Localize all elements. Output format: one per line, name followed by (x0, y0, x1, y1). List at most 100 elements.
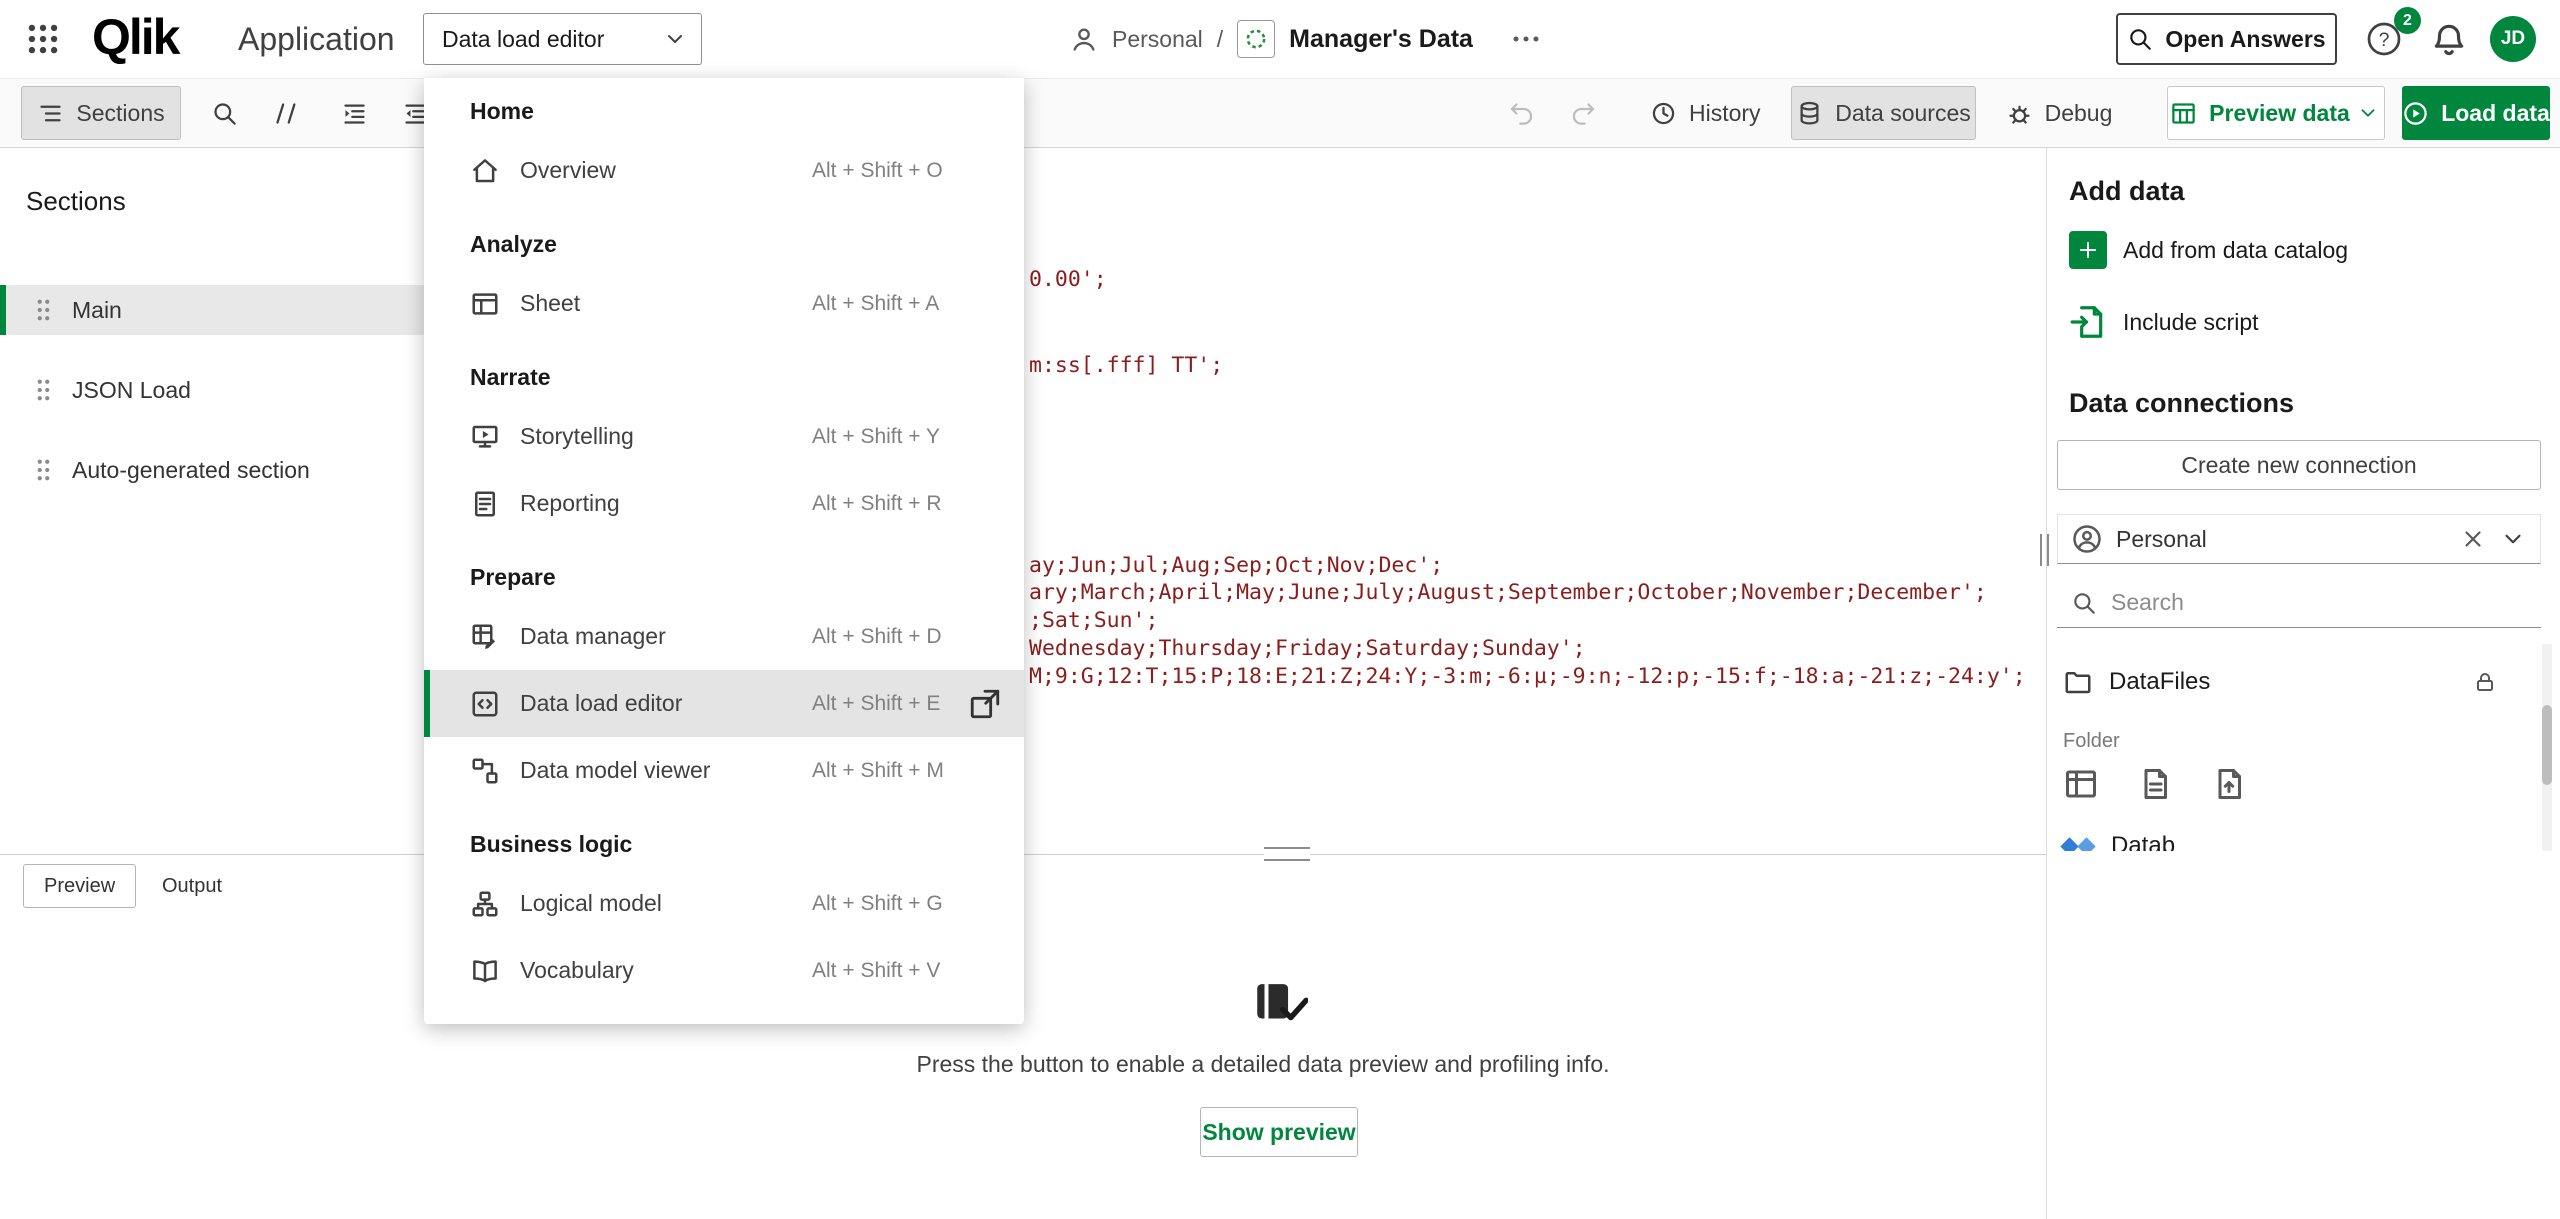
comment-toggle-button[interactable] (263, 90, 309, 136)
drag-handle-icon[interactable] (36, 378, 51, 402)
menu-group-header: Narrate (424, 357, 1024, 397)
menu-group-header: Business logic (424, 824, 1024, 864)
open-in-new-tab-button[interactable] (968, 687, 1002, 721)
space-selector-value: Personal (2116, 526, 2207, 553)
connections-search-input[interactable] (2111, 589, 2491, 616)
menu-item-shortcut: Alt + Shift + M (812, 759, 944, 783)
connection-item-datafiles[interactable]: DataFiles (2047, 658, 2541, 706)
vocabulary-icon (470, 956, 500, 986)
drag-handle-icon[interactable] (36, 458, 51, 482)
section-item-main[interactable]: Main (0, 285, 479, 335)
notifications-button[interactable] (2430, 19, 2468, 59)
menu-item-sheet[interactable]: Sheet Alt + Shift + A (424, 270, 1024, 337)
sections-panel: Sections Main JSON Load Auto-generated s… (0, 148, 480, 854)
drag-handle-icon[interactable] (36, 298, 51, 322)
include-script-icon (2069, 303, 2107, 341)
connection-script-file-button[interactable] (2137, 766, 2173, 802)
preview-data-button[interactable]: Preview data (2167, 86, 2353, 140)
menu-item-label: Overview (520, 157, 616, 184)
create-connection-button[interactable]: Create new connection (2057, 440, 2541, 490)
preview-data-label: Preview data (2209, 100, 2350, 127)
table-icon (2063, 766, 2099, 802)
data-sources-button[interactable]: Data sources (1791, 86, 1976, 140)
sections-toggle-button[interactable]: Sections (21, 86, 181, 140)
file-upload-icon (2211, 766, 2247, 802)
search-script-button[interactable] (201, 90, 247, 136)
history-label: History (1689, 100, 1761, 127)
load-data-label: Load data (2441, 100, 2550, 127)
person-icon (1070, 25, 1098, 53)
section-item-label: JSON Load (72, 377, 191, 404)
menu-item-label: Data model viewer (520, 757, 710, 784)
connection-actions (2063, 766, 2247, 802)
history-button[interactable]: History (1638, 86, 1773, 140)
connection-table-button[interactable] (2063, 766, 2099, 802)
reporting-icon (470, 489, 500, 519)
add-data-title: Add data (2069, 176, 2185, 207)
tab-preview[interactable]: Preview (23, 864, 136, 908)
connection-item-partial[interactable]: Datab (2047, 822, 2541, 851)
menu-group-header: Analyze (424, 224, 1024, 264)
breadcrumb-separator: / (1217, 26, 1223, 53)
chevron-down-icon (2357, 102, 2379, 124)
show-preview-button[interactable]: Show preview (1200, 1107, 1358, 1157)
data-sources-label: Data sources (1835, 100, 1971, 127)
panel-resize-handle-vertical[interactable] (2035, 534, 2053, 566)
section-item-json-load[interactable]: JSON Load (0, 365, 479, 415)
menu-item-data-load-editor[interactable]: Data load editor Alt + Shift + E (424, 670, 1024, 737)
preview-table-icon (2170, 100, 2197, 127)
add-from-catalog-label: Add from data catalog (2123, 237, 2348, 264)
scrollbar-thumb[interactable] (2542, 705, 2552, 785)
undo-icon (1508, 100, 1535, 127)
panel-resize-handle[interactable] (1264, 847, 1310, 861)
menu-item-label: Storytelling (520, 423, 634, 450)
menu-item-logical-model[interactable]: Logical model Alt + Shift + G (424, 870, 1024, 937)
view-selector-dropdown[interactable]: Data load editor (423, 13, 702, 65)
view-selector-value: Data load editor (442, 26, 604, 53)
indent-button[interactable] (331, 90, 377, 136)
menu-item-shortcut: Alt + Shift + D (812, 625, 942, 649)
add-data-panel: Add data Add from data catalog Include s… (2046, 148, 2560, 1219)
menu-item-label: Logical model (520, 890, 662, 917)
menu-item-overview[interactable]: Overview Alt + Shift + O (424, 137, 1024, 204)
chevron-down-icon[interactable] (2500, 526, 2526, 552)
home-icon (470, 156, 500, 186)
database-logo-icon (2063, 840, 2093, 852)
app-options-button[interactable] (1503, 16, 1549, 62)
clock-icon (1650, 100, 1677, 127)
preview-data-caret-button[interactable] (2352, 86, 2385, 140)
code-line: M;9:G;12:T;15:P;18:E;21:Z;24:Y;-3:m;-6:µ… (1029, 664, 2026, 689)
space-selector-dropdown[interactable]: Personal (2057, 514, 2541, 564)
menu-item-vocabulary[interactable]: Vocabulary Alt + Shift + V (424, 937, 1024, 1004)
undo-button[interactable] (1498, 90, 1544, 136)
menu-item-label: Data manager (520, 623, 666, 650)
menu-item-data-manager[interactable]: Data manager Alt + Shift + D (424, 603, 1024, 670)
user-avatar[interactable]: JD (2490, 16, 2536, 62)
code-line: ary;March;April;May;June;July;August;Sep… (1029, 580, 1987, 605)
load-data-button[interactable]: Load data (2402, 86, 2550, 140)
notification-badge: 2 (2394, 7, 2421, 34)
menu-item-storytelling[interactable]: Storytelling Alt + Shift + Y (424, 403, 1024, 470)
debug-button[interactable]: Debug (1998, 86, 2120, 140)
menu-item-label: Sheet (520, 290, 580, 317)
sheet-icon (470, 289, 500, 319)
search-icon (2071, 590, 2097, 616)
data-connections-title: Data connections (2069, 388, 2294, 419)
breadcrumb: Personal / Manager's Data (1070, 0, 1549, 78)
open-answers-button[interactable]: Open Answers (2116, 13, 2337, 65)
breadcrumb-space[interactable]: Personal (1112, 26, 1203, 53)
tab-output[interactable]: Output (142, 864, 242, 908)
menu-item-data-model-viewer[interactable]: Data model viewer Alt + Shift + M (424, 737, 1024, 804)
plus-icon (2069, 231, 2107, 269)
clear-icon[interactable] (2460, 526, 2486, 552)
code-line: ay;Jun;Jul;Aug;Sep;Oct;Nov;Dec'; (1029, 553, 1443, 578)
include-script-button[interactable]: Include script (2069, 300, 2259, 344)
app-launcher-button[interactable] (24, 20, 62, 58)
redo-button[interactable] (1560, 90, 1606, 136)
add-from-catalog-button[interactable]: Add from data catalog (2069, 228, 2348, 272)
menu-item-reporting[interactable]: Reporting Alt + Shift + R (424, 470, 1024, 537)
section-item-auto-generated[interactable]: Auto-generated section (0, 445, 479, 495)
connection-upload-file-button[interactable] (2211, 766, 2247, 802)
code-line: 0.00'; (1029, 267, 1107, 292)
connection-name: Datab (2111, 832, 2175, 851)
